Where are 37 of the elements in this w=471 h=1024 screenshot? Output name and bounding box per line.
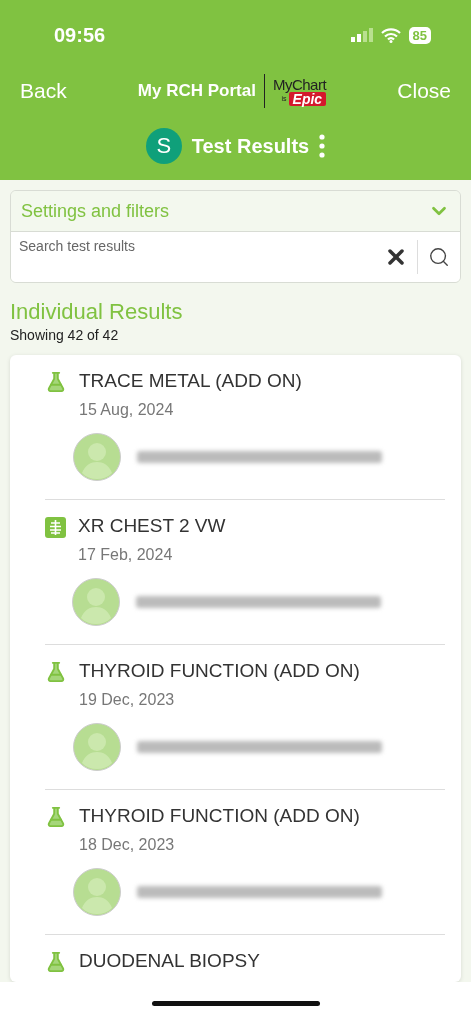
page-title: Test Results xyxy=(191,134,310,158)
wifi-icon xyxy=(380,27,401,43)
result-name: XR CHEST 2 VW xyxy=(78,515,227,538)
result-item[interactable]: THYROID FUNCTION (ADD ON) 18 Dec, 2023 xyxy=(45,790,445,935)
flask-icon xyxy=(45,371,67,393)
ribcage-icon xyxy=(45,517,66,538)
provider-avatar-icon xyxy=(72,577,120,626)
flask-icon xyxy=(45,806,67,828)
portal-name: My RCH Portal xyxy=(137,81,256,101)
signal-icon xyxy=(350,28,373,42)
result-name: DUODENAL BIOPSY xyxy=(79,950,261,973)
search-icon xyxy=(428,246,450,268)
result-count: Showing 42 of 42 xyxy=(10,327,120,343)
result-date: 19 Dec, 2023 xyxy=(79,690,176,709)
battery-level: 85 xyxy=(408,26,431,44)
provider-avatar-icon xyxy=(73,722,121,771)
logo-badge: Epic xyxy=(288,91,327,106)
home-indicator[interactable] xyxy=(151,1000,320,1006)
result-date: 15 Aug, 2024 xyxy=(79,400,175,419)
flask-icon xyxy=(45,951,67,973)
result-name: THYROID FUNCTION (ADD ON) xyxy=(79,805,361,828)
result-date: 17 Feb, 2024 xyxy=(78,545,174,564)
result-date: 18 Dec, 2023 xyxy=(79,835,176,854)
result-item[interactable]: THYROID FUNCTION (ADD ON) 19 Dec, 2023 xyxy=(45,645,445,790)
provider-avatar-icon xyxy=(73,432,121,481)
search-button[interactable] xyxy=(418,232,460,282)
result-name: TRACE METAL (ADD ON) xyxy=(79,370,303,393)
clear-button[interactable] xyxy=(375,232,417,282)
result-item[interactable]: TRACE METAL (ADD ON) 15 Aug, 2024 xyxy=(45,355,445,500)
result-name: THYROID FUNCTION (ADD ON) xyxy=(79,660,361,683)
section-title: Individual Results xyxy=(10,299,184,325)
search-field[interactable]: Search test results xyxy=(11,232,375,282)
provider-avatar-icon xyxy=(73,867,121,916)
result-item[interactable]: XR CHEST 2 VW 17 Feb, 2024 xyxy=(45,500,445,645)
flask-icon xyxy=(45,661,67,683)
logo-wordmark: MyChart xyxy=(272,76,327,92)
status-time: 09:56 xyxy=(54,23,106,47)
